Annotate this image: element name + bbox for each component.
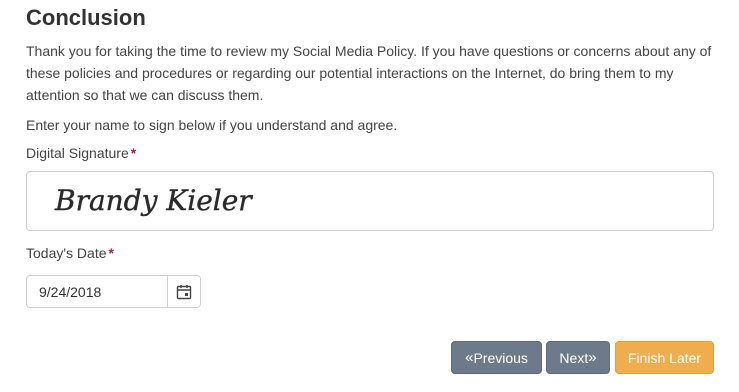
previous-button[interactable]: « Previous <box>451 341 542 374</box>
double-chevron-left-icon: « <box>465 349 474 366</box>
previous-button-label: Previous <box>473 349 528 366</box>
double-chevron-right-icon: » <box>588 349 597 366</box>
intro-paragraph: Thank you for taking the time to review … <box>26 43 712 103</box>
finish-later-label: Finish Later <box>627 349 702 366</box>
signature-text: Brandy Kieler <box>54 184 253 217</box>
next-button[interactable]: Next » <box>546 341 610 374</box>
date-input[interactable] <box>27 276 167 307</box>
instruction-paragraph: Enter your name to sign below if you und… <box>26 117 398 133</box>
required-marker: * <box>130 145 137 161</box>
signature-field[interactable]: Brandy Kieler <box>26 171 714 231</box>
calendar-icon <box>176 284 192 299</box>
date-label: Today's Date * <box>26 245 114 261</box>
page-title: Conclusion <box>26 5 146 30</box>
finish-later-button[interactable]: Finish Later <box>615 341 714 374</box>
required-marker: * <box>108 245 114 261</box>
date-label-text: Today's Date <box>26 245 107 261</box>
date-picker <box>26 275 201 308</box>
signature-drawing: Brandy Kieler <box>54 184 254 217</box>
next-button-label: Next <box>559 349 589 366</box>
signature-label-text: Digital Signature <box>26 145 129 161</box>
signature-label: Digital Signature * <box>26 145 136 161</box>
calendar-button[interactable] <box>167 276 200 307</box>
